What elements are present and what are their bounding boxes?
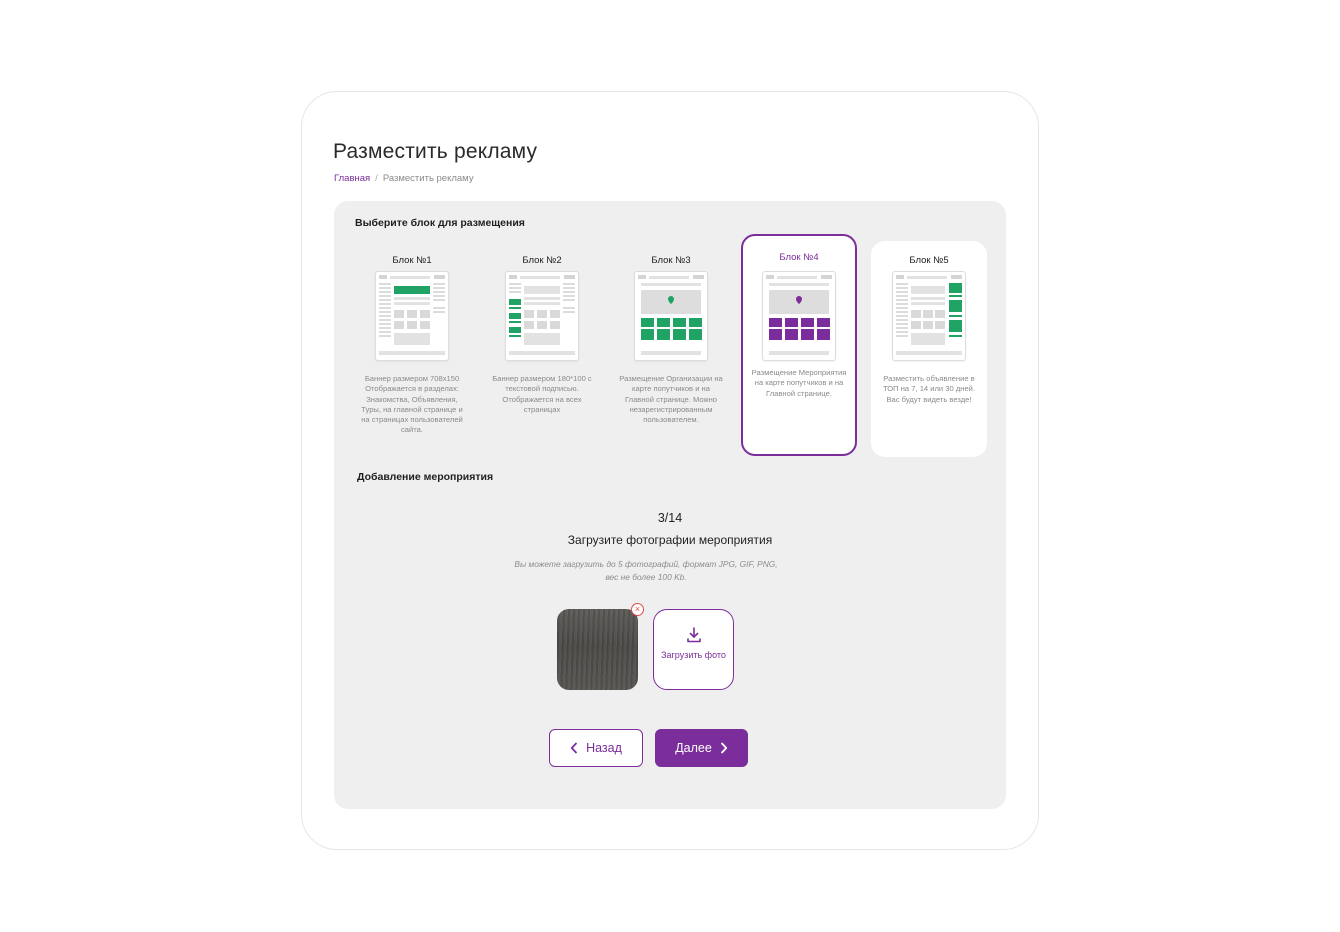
page-title: Разместить рекламу: [333, 140, 538, 163]
next-button-label: Далее: [675, 741, 712, 755]
chevron-left-icon: [570, 742, 577, 754]
block-description: Размещение Организации на карте попутчик…: [619, 374, 723, 425]
back-button[interactable]: Назад: [549, 729, 643, 767]
block-description: Баннер размером 708х150 Отображается в р…: [361, 374, 463, 435]
next-button[interactable]: Далее: [655, 729, 748, 767]
block-title: Блок №3: [651, 255, 691, 266]
block-option-5[interactable]: Блок №5 Разместить объявление в ТОП на 7…: [871, 241, 987, 457]
block-option-4[interactable]: Блок №4 Размещение Мероприятия на карте …: [741, 234, 857, 456]
block-description: Разместить объявление в ТОП на 7, 14 или…: [882, 374, 976, 404]
breadcrumb-home-link[interactable]: Главная: [334, 173, 370, 184]
block-description: Баннер размером 180*100 с текстовой подп…: [492, 374, 592, 414]
block-option-3[interactable]: Блок №3 Размещение Организации на карте …: [613, 241, 729, 457]
upload-hint: Вы можете загрузить до 5 фотографий, фор…: [514, 559, 778, 582]
chevron-right-icon: [720, 742, 727, 754]
close-icon[interactable]: ×: [631, 603, 644, 616]
upload-title: Загрузите фотографии мероприятия: [567, 533, 773, 547]
block-title: Блок №5: [909, 255, 949, 266]
block-4-preview: [762, 271, 836, 361]
block-title: Блок №4: [779, 252, 819, 263]
block-2-preview: [505, 271, 579, 361]
block-option-2[interactable]: Блок №2 Баннер размером 180*100 с тексто…: [484, 241, 600, 457]
block-1-preview: [375, 271, 449, 361]
back-button-label: Назад: [586, 741, 622, 755]
breadcrumb-current: Разместить рекламу: [382, 173, 474, 184]
step-counter: 3/14: [657, 511, 683, 525]
block-5-preview: [892, 271, 966, 361]
download-icon: [686, 627, 701, 643]
upload-photo-button[interactable]: Загрузить фото: [653, 609, 734, 690]
block-3-preview: [634, 271, 708, 361]
block-title: Блок №1: [392, 255, 432, 266]
block-option-1[interactable]: Блок №1 Баннер размером 708х150 Отобража…: [354, 241, 470, 457]
upload-photo-label: Загрузить фото: [661, 650, 726, 660]
breadcrumb: Главная / Разместить рекламу: [334, 173, 474, 184]
uploaded-photo-thumbnail[interactable]: ×: [557, 603, 644, 690]
block-title: Блок №2: [522, 255, 562, 266]
breadcrumb-separator: /: [375, 173, 378, 184]
ad-panel: Выберите блок для размещения Блок №1 Бан…: [334, 201, 1006, 809]
block-description: Размещение Мероприятия на карте попутчик…: [751, 368, 847, 398]
event-section-title: Добавление мероприятия: [357, 471, 494, 483]
blocks-section-title: Выберите блок для размещения: [355, 217, 525, 229]
